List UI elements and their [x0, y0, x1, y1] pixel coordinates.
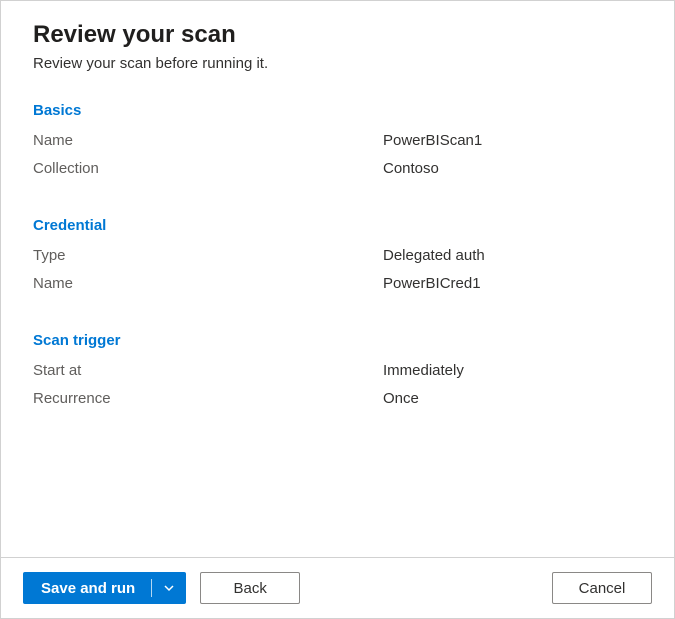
page-subtitle: Review your scan before running it.: [33, 55, 642, 72]
cancel-button[interactable]: Cancel: [552, 572, 652, 604]
label-credential-name: Name: [33, 270, 383, 298]
label-trigger-start: Start at: [33, 357, 383, 385]
panel-footer: Save and run Back Cancel: [1, 557, 674, 618]
value-basics-name: PowerBIScan1: [383, 127, 482, 155]
review-scan-panel: Review your scan Review your scan before…: [0, 0, 675, 619]
row-trigger-recurrence: Recurrence Once: [33, 385, 642, 413]
value-credential-type: Delegated auth: [383, 242, 485, 270]
label-trigger-recurrence: Recurrence: [33, 385, 383, 413]
page-title: Review your scan: [33, 21, 642, 49]
save-and-run-button[interactable]: Save and run: [23, 572, 151, 604]
row-trigger-start: Start at Immediately: [33, 357, 642, 385]
row-basics-name: Name PowerBIScan1: [33, 127, 642, 155]
value-basics-collection: Contoso: [383, 155, 439, 183]
value-credential-name: PowerBICred1: [383, 270, 481, 298]
save-and-run-split-button: Save and run: [23, 572, 186, 604]
row-credential-type: Type Delegated auth: [33, 242, 642, 270]
section-heading-credential: Credential: [33, 217, 642, 234]
label-credential-type: Type: [33, 242, 383, 270]
section-heading-scan-trigger: Scan trigger: [33, 332, 642, 349]
row-basics-collection: Collection Contoso: [33, 155, 642, 183]
section-heading-basics: Basics: [33, 102, 642, 119]
label-basics-collection: Collection: [33, 155, 383, 183]
back-button[interactable]: Back: [200, 572, 300, 604]
value-trigger-recurrence: Once: [383, 385, 419, 413]
value-trigger-start: Immediately: [383, 357, 464, 385]
label-basics-name: Name: [33, 127, 383, 155]
row-credential-name: Name PowerBICred1: [33, 270, 642, 298]
save-and-run-menu-button[interactable]: [152, 572, 186, 604]
panel-content: Review your scan Review your scan before…: [1, 1, 674, 557]
chevron-down-icon: [163, 582, 175, 594]
